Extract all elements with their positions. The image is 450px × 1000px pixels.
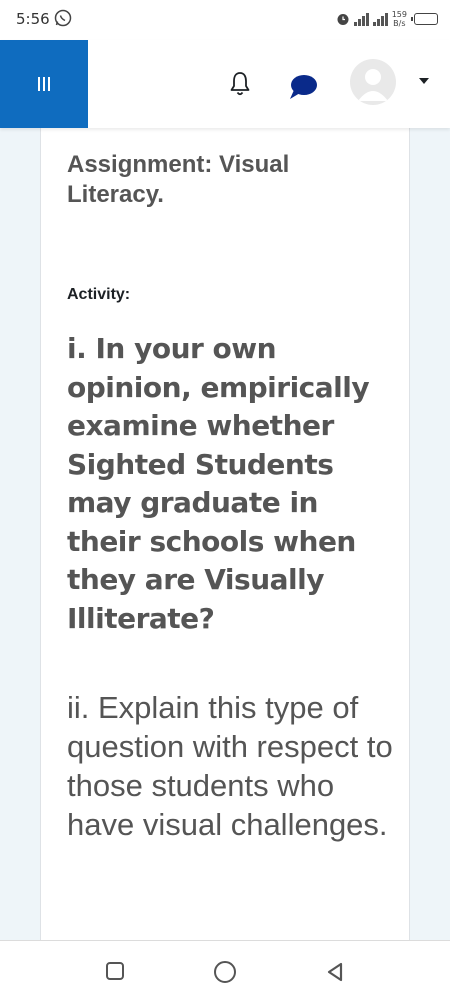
network-speed-unit: B/s	[393, 19, 406, 28]
status-time: 5:56	[16, 10, 50, 28]
bell-icon[interactable]	[228, 70, 252, 98]
back-icon[interactable]	[324, 961, 346, 983]
chat-bubble-icon[interactable]	[288, 74, 318, 100]
hamburger-menu-icon	[38, 77, 50, 91]
avatar[interactable]	[350, 59, 396, 105]
question-two: ii. Explain this type of question with r…	[67, 690, 393, 842]
status-bar: 5:56 159 B/s	[0, 0, 450, 40]
menu-button[interactable]	[0, 40, 88, 128]
signal-icon-2	[372, 12, 388, 26]
activity-label: Activity:	[67, 286, 131, 303]
signal-icon	[353, 12, 369, 26]
caret-down-icon[interactable]	[419, 78, 429, 84]
home-icon[interactable]	[214, 961, 236, 983]
whatsapp-icon	[54, 9, 72, 27]
navigation-bar	[0, 940, 450, 1000]
status-indicators: 159 B/s	[336, 8, 438, 30]
recent-apps-icon[interactable]	[106, 962, 124, 980]
network-speed-value: 159	[391, 10, 407, 19]
network-speed: 159 B/s	[392, 10, 407, 28]
question-one: i. In your own opinion, empirically exam…	[67, 332, 370, 635]
user-icon	[358, 69, 388, 101]
content-card: Assignment: Visual Literacy. Activity: i…	[40, 128, 410, 940]
alarm-icon	[337, 14, 349, 25]
battery-icon	[411, 13, 438, 25]
app-header	[0, 40, 450, 128]
page-title: Assignment: Visual Literacy.	[67, 151, 290, 208]
